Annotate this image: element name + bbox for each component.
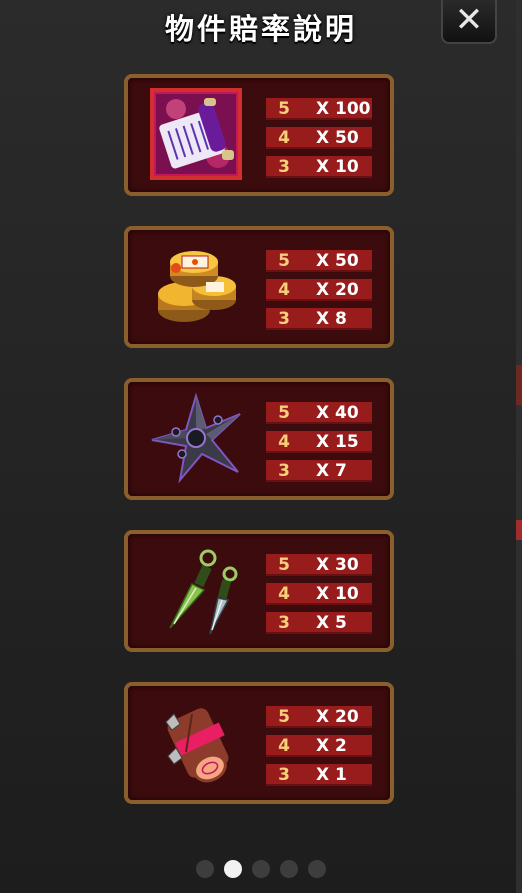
scroll-icon	[146, 84, 246, 184]
paytable-card-log: 5 X 20 4 X 2 3 X 1	[124, 682, 394, 804]
kunai-icon	[146, 540, 246, 640]
match-count: 3	[278, 765, 290, 785]
page-dot-5[interactable]	[308, 860, 326, 878]
payout-row: 3 X 7	[266, 460, 372, 482]
side-edge	[516, 0, 522, 893]
paytable-card-ration-tins: 5 X 50 4 X 20 3 X 8	[124, 226, 394, 348]
multiplier: X 8	[316, 309, 347, 329]
payout-row: 5 X 100	[266, 98, 372, 120]
page-dot-1[interactable]	[196, 860, 214, 878]
paytable-card-scroll: 5 X 100 4 X 50 3 X 10	[124, 74, 394, 196]
multiplier: X 2	[316, 736, 347, 756]
shuriken-icon	[146, 388, 246, 488]
match-count: 4	[278, 432, 290, 452]
multiplier: X 15	[316, 432, 359, 452]
page-indicator	[0, 860, 522, 878]
page-dot-4[interactable]	[280, 860, 298, 878]
multiplier: X 40	[316, 403, 359, 423]
match-count: 5	[278, 555, 290, 575]
close-button[interactable]: ✕	[441, 0, 497, 44]
multiplier: X 5	[316, 613, 347, 633]
payout-row: 4 X 20	[266, 279, 372, 301]
match-count: 3	[278, 461, 290, 481]
page-dot-3[interactable]	[252, 860, 270, 878]
paytable-card-kunai: 5 X 30 4 X 10 3 X 5	[124, 530, 394, 652]
multiplier: X 20	[316, 280, 359, 300]
match-count: 5	[278, 403, 290, 423]
multiplier: X 10	[316, 584, 359, 604]
payout-row: 3 X 1	[266, 764, 372, 786]
match-count: 4	[278, 584, 290, 604]
multiplier: X 20	[316, 707, 359, 727]
payout-row: 4 X 2	[266, 735, 372, 757]
payout-row: 5 X 40	[266, 402, 372, 424]
payout-row: 5 X 20	[266, 706, 372, 728]
multiplier: X 7	[316, 461, 347, 481]
payout-row: 3 X 10	[266, 156, 372, 178]
page-dot-2[interactable]	[224, 860, 242, 878]
match-count: 5	[278, 99, 290, 119]
log-icon	[146, 692, 246, 792]
multiplier: X 10	[316, 157, 359, 177]
payout-row: 5 X 50	[266, 250, 372, 272]
payout-row: 4 X 15	[266, 431, 372, 453]
match-count: 5	[278, 707, 290, 727]
match-count: 4	[278, 128, 290, 148]
multiplier: X 1	[316, 765, 347, 785]
multiplier: X 50	[316, 128, 359, 148]
close-icon: ✕	[454, 0, 484, 40]
match-count: 5	[278, 251, 290, 271]
payout-row: 4 X 10	[266, 583, 372, 605]
payout-row: 3 X 5	[266, 612, 372, 634]
payout-row: 5 X 30	[266, 554, 372, 576]
multiplier: X 100	[316, 99, 371, 119]
payout-row: 3 X 8	[266, 308, 372, 330]
match-count: 3	[278, 157, 290, 177]
match-count: 4	[278, 280, 290, 300]
ration-tins-icon	[146, 236, 246, 336]
payout-row: 4 X 50	[266, 127, 372, 149]
match-count: 4	[278, 736, 290, 756]
match-count: 3	[278, 613, 290, 633]
paytable-card-shuriken: 5 X 40 4 X 15 3 X 7	[124, 378, 394, 500]
multiplier: X 30	[316, 555, 359, 575]
match-count: 3	[278, 309, 290, 329]
multiplier: X 50	[316, 251, 359, 271]
